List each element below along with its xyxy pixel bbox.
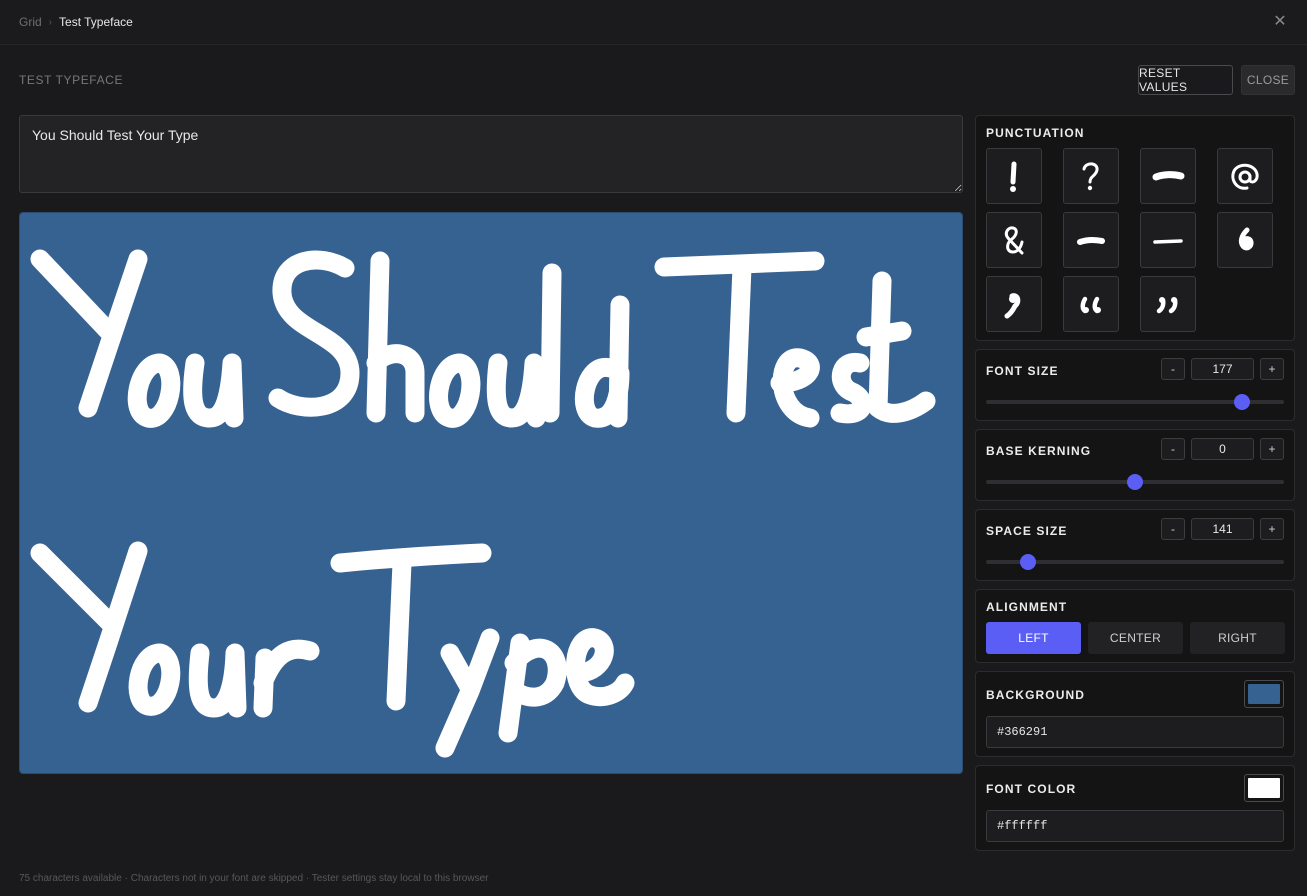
align-center-button[interactable]: CENTER	[1088, 622, 1183, 654]
base-kerning-slider[interactable]	[986, 474, 1284, 490]
font-color-swatch-fill	[1248, 778, 1280, 798]
punct-right-double-quote[interactable]	[1140, 276, 1196, 332]
alignment-label: ALIGNMENT	[986, 600, 1068, 614]
punct-exclamation[interactable]	[986, 148, 1042, 204]
alignment-panel: ALIGNMENT LEFT CENTER RIGHT	[975, 589, 1295, 663]
punct-right-single-quote[interactable]	[986, 276, 1042, 332]
align-left-button[interactable]: LEFT	[986, 622, 1081, 654]
background-color-swatch-fill	[1248, 684, 1280, 704]
space-size-value[interactable]: 141	[1191, 518, 1254, 540]
punctuation-grid	[986, 148, 1273, 332]
punct-em-dash[interactable]	[1140, 212, 1196, 268]
font-color-label: FONT COLOR	[986, 782, 1077, 796]
reset-values-button[interactable]: RESET VALUES	[1138, 65, 1233, 95]
font-size-increment-button[interactable]: +	[1260, 358, 1284, 380]
page-title: TEST TYPEFACE	[19, 73, 124, 87]
base-kerning-decrement-button[interactable]: -	[1161, 438, 1185, 460]
align-right-button[interactable]: RIGHT	[1190, 622, 1285, 654]
base-kerning-panel: BASE KERNING - 0 +	[975, 429, 1295, 501]
background-hex-input[interactable]	[986, 716, 1284, 748]
breadcrumb-current: Test Typeface	[59, 15, 133, 29]
close-button[interactable]: CLOSE	[1241, 65, 1295, 95]
background-label: BACKGROUND	[986, 688, 1085, 702]
background-color-panel: BACKGROUND	[975, 671, 1295, 757]
punctuation-title: PUNCTUATION	[986, 126, 1085, 140]
font-size-panel: FONT SIZE - 177 +	[975, 349, 1295, 421]
footer-note: 75 characters available · Characters not…	[19, 873, 489, 884]
punct-en-dash[interactable]	[1140, 148, 1196, 204]
alignment-options: LEFT CENTER RIGHT	[986, 622, 1285, 654]
glyph-s-1	[830, 352, 872, 424]
punct-hyphen[interactable]	[1063, 212, 1119, 268]
space-size-panel: SPACE SIZE - 141 +	[975, 509, 1295, 581]
punct-at[interactable]	[1217, 148, 1273, 204]
font-color-swatch[interactable]	[1244, 774, 1284, 802]
space-size-slider[interactable]	[986, 554, 1284, 570]
font-size-label: FONT SIZE	[986, 364, 1059, 378]
punct-left-single-quote[interactable]	[1217, 212, 1273, 268]
punct-ampersand[interactable]	[986, 212, 1042, 268]
glyph-l	[540, 263, 562, 423]
background-color-swatch[interactable]	[1244, 680, 1284, 708]
space-size-stepper: - 141 +	[1161, 518, 1284, 540]
font-size-decrement-button[interactable]: -	[1161, 358, 1185, 380]
font-size-value[interactable]: 177	[1191, 358, 1254, 380]
punct-left-double-quote[interactable]	[1063, 276, 1119, 332]
base-kerning-increment-button[interactable]: +	[1260, 438, 1284, 460]
space-size-label: SPACE SIZE	[986, 524, 1068, 538]
font-color-hex-input[interactable]	[986, 810, 1284, 842]
top-bar: Grid › Test Typeface ✕	[0, 0, 1307, 45]
preview-canvas	[20, 213, 962, 773]
font-color-panel: FONT COLOR	[975, 765, 1295, 851]
base-kerning-label: BASE KERNING	[986, 444, 1092, 458]
space-size-increment-button[interactable]: +	[1260, 518, 1284, 540]
font-size-slider[interactable]	[986, 394, 1284, 410]
base-kerning-stepper: - 0 +	[1161, 438, 1284, 460]
breadcrumb-root[interactable]: Grid	[19, 15, 42, 29]
tester-text-input[interactable]	[19, 115, 963, 193]
font-size-slider-thumb[interactable]	[1234, 394, 1251, 410]
close-icon[interactable]: ✕	[1271, 13, 1289, 31]
font-size-stepper: - 177 +	[1161, 358, 1284, 380]
punctuation-panel: PUNCTUATION	[975, 115, 1295, 341]
space-size-slider-thumb[interactable]	[1019, 554, 1036, 570]
type-preview	[19, 212, 963, 774]
breadcrumb-separator: ›	[48, 16, 53, 28]
punct-question[interactable]	[1063, 148, 1119, 204]
space-size-decrement-button[interactable]: -	[1161, 518, 1185, 540]
base-kerning-slider-thumb[interactable]	[1127, 474, 1143, 490]
base-kerning-value[interactable]: 0	[1191, 438, 1254, 460]
